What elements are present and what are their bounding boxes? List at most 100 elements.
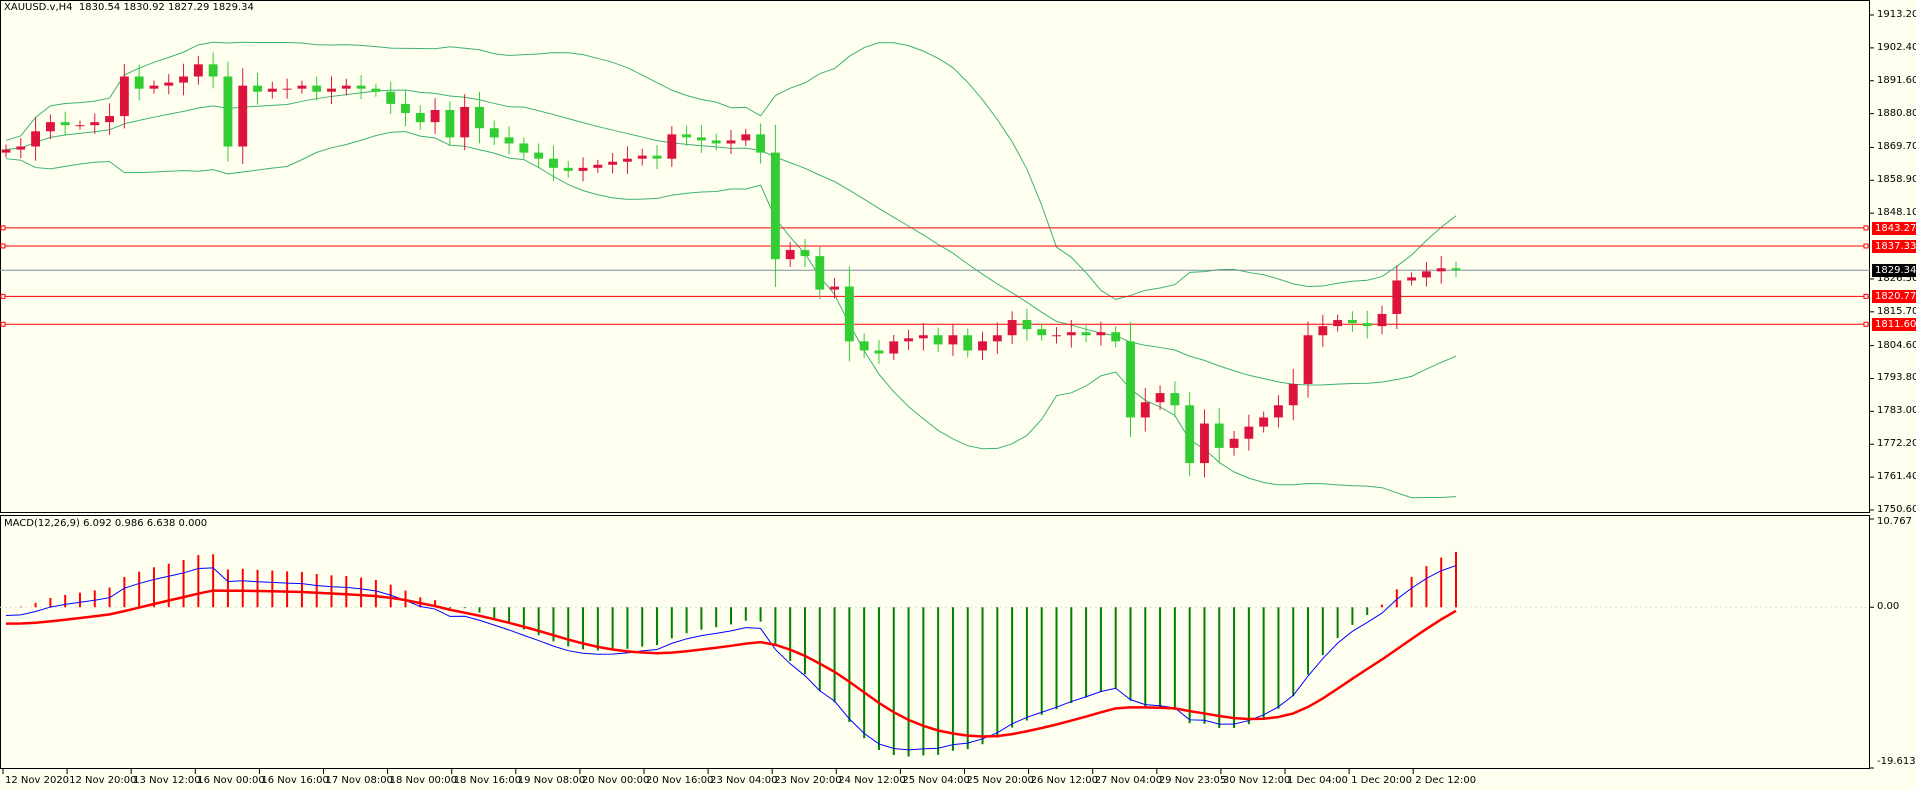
price-tick-label: 1804.60 [1877, 339, 1916, 351]
candle-down [563, 167, 573, 171]
candle-up [282, 88, 292, 90]
candle-down [711, 140, 721, 144]
candle-down [489, 128, 499, 138]
candle-up [90, 122, 100, 126]
time-label: 25 Nov 04:00 [902, 775, 970, 786]
candle-up [1259, 417, 1269, 427]
price-tag: 1829.34 [1872, 264, 1916, 278]
candle-up [918, 335, 928, 339]
ohlc-values: 1830.54 1830.92 1827.29 1829.34 [78, 2, 254, 13]
macd-tick-label: 10.767 [1877, 516, 1912, 527]
macd-tick-label: -19.613 [1877, 756, 1916, 767]
candle-up [45, 122, 55, 132]
candle-up [1288, 383, 1298, 406]
candle-up [297, 85, 307, 89]
candle-down [1022, 320, 1032, 330]
candle-up [1392, 280, 1402, 314]
candle-down [401, 103, 410, 114]
level-handle [1863, 321, 1869, 327]
price-tag: 1820.77 [1872, 290, 1916, 304]
price-tick-label: 1858.90 [1877, 174, 1916, 186]
candle-up [149, 85, 159, 89]
candle-down [549, 158, 558, 168]
candle-down [756, 134, 766, 153]
time-label: 19 Nov 08:00 [517, 775, 586, 786]
time-label: 30 Nov 12:00 [1222, 775, 1291, 786]
candle-up [267, 88, 277, 92]
candle-down [415, 113, 425, 123]
candle-down [1081, 332, 1091, 336]
chart-canvas[interactable] [0, 0, 1916, 790]
level-handle [0, 243, 6, 249]
candle-up [105, 116, 115, 123]
candle-down [356, 85, 366, 89]
candle-up [741, 134, 751, 141]
candle-up [904, 338, 913, 342]
candle-up [164, 82, 174, 86]
time-label: 16 Nov 00:00 [197, 775, 265, 786]
candle-down [371, 88, 381, 92]
candle-up [608, 161, 618, 165]
time-label: 12 Nov 2020 [5, 775, 70, 786]
time-label: 29 Nov 23:05 [1158, 775, 1227, 786]
price-tick-label: 1913.20 [1877, 9, 1916, 20]
price-tag: 1843.27 [1872, 221, 1916, 235]
candle-up [1096, 332, 1106, 336]
price-tag: 1811.60 [1872, 318, 1916, 332]
candle-down [445, 109, 455, 138]
candle-down [1451, 268, 1461, 271]
candle-up [667, 134, 677, 159]
candle-down [208, 64, 218, 77]
candle-up [1421, 271, 1431, 278]
candle-down [60, 122, 70, 126]
time-label: 1 Dec 04:00 [1287, 775, 1348, 786]
candle-up [1155, 393, 1165, 403]
candle-up [75, 125, 85, 127]
price-tick-label: 1902.40 [1877, 41, 1916, 53]
candle-down [1126, 341, 1135, 418]
candle-down [652, 155, 662, 159]
candle-down [682, 134, 692, 138]
time-label: 20 Nov 00:00 [581, 775, 650, 786]
candle-down [696, 137, 706, 141]
time-label: 17 Nov 08:00 [325, 775, 393, 786]
candle-up [1318, 326, 1328, 336]
price-tick-label: 1815.70 [1877, 305, 1916, 317]
time-label: 18 Nov 16:00 [453, 775, 522, 786]
candle-up [889, 341, 899, 354]
level-handle [0, 321, 6, 327]
candle-up [16, 146, 26, 150]
candle-down [770, 152, 780, 260]
level-handle [1863, 293, 1869, 299]
candle-up [1200, 423, 1209, 464]
candle-up [622, 158, 632, 162]
symbol-label: XAUUSD.v,H4 [4, 2, 73, 13]
price-tick-label: 1772.20 [1877, 438, 1916, 450]
candle-up [1140, 402, 1150, 418]
candle-up [460, 106, 470, 138]
candle-up [1229, 438, 1239, 448]
candle-up [1, 149, 11, 153]
candle-down [223, 76, 233, 147]
price-tick-label: 1869.70 [1877, 141, 1916, 153]
candle-down [253, 85, 262, 92]
price-pane [0, 0, 1870, 513]
candle-up [992, 335, 1002, 342]
candle-up [1066, 332, 1076, 336]
candle-up [1436, 268, 1446, 272]
candle-down [386, 91, 396, 104]
price-tick-label: 1761.40 [1877, 471, 1916, 483]
time-label: 1 Dec 20:00 [1351, 775, 1412, 786]
candle-down [1185, 405, 1195, 464]
price-tick-label: 1891.60 [1877, 74, 1916, 86]
candle-down [859, 341, 869, 351]
candle-up [1052, 335, 1061, 337]
candle-up [119, 76, 129, 117]
level-handle [1863, 225, 1869, 231]
time-label: 16 Nov 16:00 [261, 775, 329, 786]
candle-down [475, 106, 484, 129]
candle-up [637, 155, 647, 159]
candle-down [1347, 320, 1357, 324]
time-label: 18 Nov 00:00 [389, 775, 458, 786]
price-tick-label: 1880.80 [1877, 107, 1916, 119]
